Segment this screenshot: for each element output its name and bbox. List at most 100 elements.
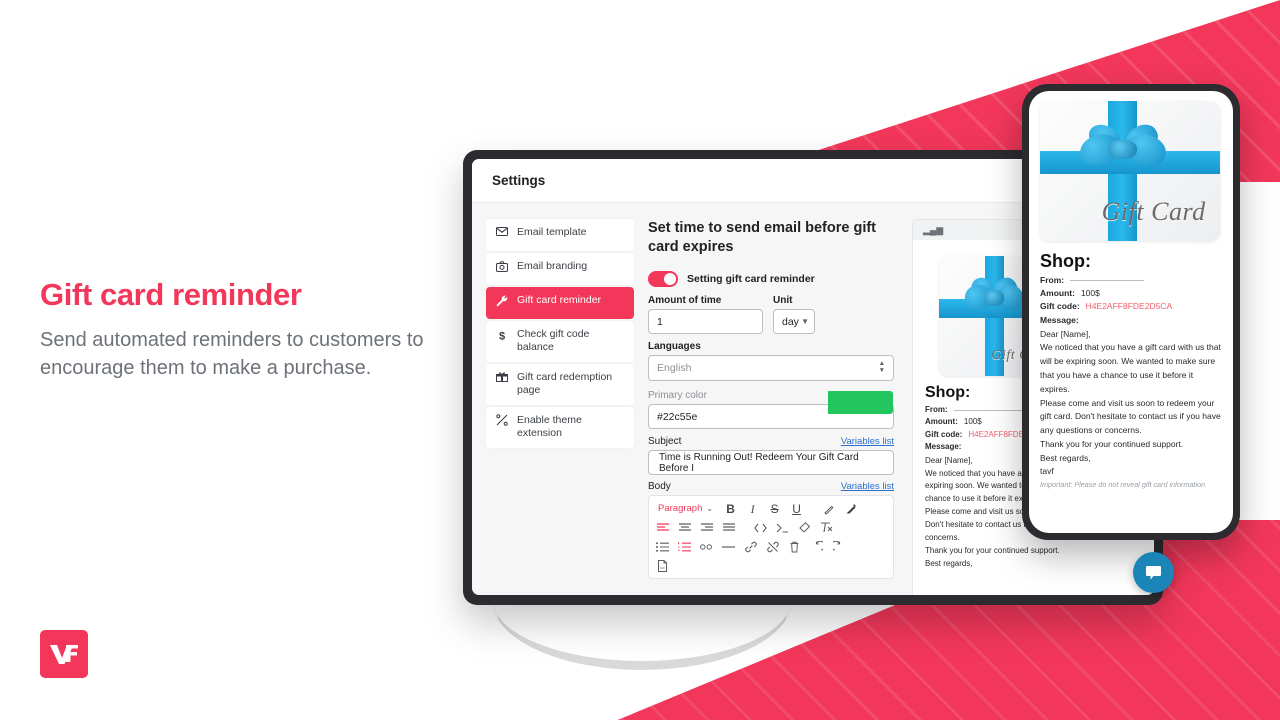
subject-variables-list-link[interactable]: Variables list <box>841 436 894 447</box>
chevron-down-icon: ⌄ <box>706 503 714 513</box>
phone-mockup: Gift Card Shop: From: Amount: 100$ Gift c… <box>1022 84 1240 540</box>
toolbar-row-2 <box>656 521 886 534</box>
body-variables-list-link[interactable]: Variables list <box>841 481 894 492</box>
message-line: We noticed that you have a gift card wit… <box>1040 342 1221 394</box>
unlink-icon[interactable] <box>766 540 779 553</box>
preview-gift-code-value: H4E2AFF8FDE2D5CA <box>1085 301 1173 312</box>
setting-gift-card-reminder-toggle[interactable] <box>648 271 678 288</box>
toggle-label: Setting gift card reminder <box>687 273 815 286</box>
message-line: Best regards, <box>925 559 973 569</box>
section-title: Set time to send email before gift card … <box>648 220 877 256</box>
body-label-row: Body Variables list <box>648 481 894 492</box>
align-left-icon[interactable] <box>656 521 669 534</box>
monitor-stand <box>492 600 792 670</box>
stepper-icon: ▲ ▼ <box>878 360 885 375</box>
preview-message-label: Message: <box>925 442 962 452</box>
source-file-icon[interactable]: <> <box>656 559 669 572</box>
align-justify-icon[interactable] <box>722 521 735 534</box>
sidebar-item-email-branding[interactable]: Email branding <box>486 253 634 285</box>
sidebar-item-gift-card-redemption-page[interactable]: Gift card redemption page <box>486 363 634 405</box>
settings-form: Set time to send email before gift card … <box>648 219 898 595</box>
code-block-icon[interactable] <box>776 521 789 534</box>
bold-icon[interactable]: B <box>724 502 737 515</box>
preview-footer-note: Important: Please do not reveal gift car… <box>1040 480 1206 490</box>
link-icon[interactable] <box>744 540 757 553</box>
envelope-icon <box>495 226 508 236</box>
undo-icon[interactable] <box>810 540 823 553</box>
message-line: Best regards, <box>1040 452 1091 463</box>
svg-text:$: $ <box>498 330 504 342</box>
sidebar-item-label: Email template <box>517 226 587 238</box>
sidebar-item-label: Email branding <box>517 260 588 272</box>
toolbar-row-3 <box>656 540 886 553</box>
scissors-icon <box>495 414 508 426</box>
message-line: Thank you for your continued support. <box>925 546 1060 556</box>
gift-icon <box>495 371 508 383</box>
preview-from-label: From: <box>925 405 948 414</box>
primary-color-swatch[interactable] <box>828 391 893 415</box>
primary-color-field: Primary color #22c55e <box>648 390 894 430</box>
trash-icon[interactable] <box>788 540 801 553</box>
code-icon[interactable] <box>754 521 767 534</box>
sidebar-item-label: Gift card reminder <box>517 294 602 306</box>
chevron-down-icon: ▼ <box>801 316 809 326</box>
vf-logo-icon <box>50 645 78 664</box>
unit-label: Unit <box>773 295 793 307</box>
email-preview-mobile: Gift Card Shop: From: Amount: 100$ Gift c… <box>1029 91 1233 533</box>
svg-text:<>: <> <box>660 565 666 570</box>
preview-gift-code-label: Gift code: <box>1040 301 1080 312</box>
preview-gift-code-row: Gift code: H4E2AFF8FDE2D5CA <box>1040 300 1222 313</box>
sidebar-item-gift-card-reminder[interactable]: Gift card reminder <box>486 287 634 319</box>
subject-label: Subject <box>648 436 682 448</box>
preview-shop-heading: Shop: <box>1040 251 1091 271</box>
blockquote-icon[interactable] <box>700 540 713 553</box>
amount-of-time-field: Amount of time 1 <box>648 295 763 335</box>
sidebar-item-label: Enable theme extension <box>517 413 582 440</box>
clear-format-icon[interactable] <box>820 521 833 534</box>
promo-banner: Gift card reminder Send automated remind… <box>0 0 1280 720</box>
unit-select[interactable]: day ▼ <box>773 309 815 335</box>
camera-icon <box>495 260 508 272</box>
amount-of-time-input[interactable]: 1 <box>648 309 763 335</box>
highlighter-icon[interactable] <box>822 502 835 515</box>
numbered-list-icon[interactable] <box>678 540 691 553</box>
preview-from-row: From: <box>1040 274 1222 287</box>
subject-label-row: Subject Variables list <box>648 436 894 447</box>
reminder-toggle-row: Setting gift card reminder <box>648 271 894 288</box>
page-title: Gift card reminder <box>40 277 302 312</box>
message-line: Please come and visit us soon to redeem … <box>1040 397 1221 436</box>
languages-label: Languages <box>648 341 701 353</box>
languages-select[interactable]: English ▲ ▼ <box>648 355 894 382</box>
eraser-icon[interactable] <box>798 521 811 534</box>
align-right-icon[interactable] <box>700 521 713 534</box>
preview-amount-label: Amount: <box>1040 288 1075 299</box>
bullet-list-icon[interactable] <box>656 540 669 553</box>
align-center-icon[interactable] <box>678 521 691 534</box>
chat-bubble-icon <box>1146 566 1161 580</box>
preview-message-label: Message: <box>1040 314 1079 325</box>
sidebar-item-check-gift-code-balance[interactable]: $ Check gift code balance <box>486 321 634 362</box>
marketing-copy: Gift card reminder Send automated remind… <box>40 277 440 383</box>
horizontal-rule-icon[interactable] <box>722 540 735 553</box>
unit-field: Unit day ▼ <box>773 295 815 335</box>
chat-widget-button[interactable] <box>1133 552 1174 593</box>
subject-input[interactable]: Time is Running Out! Redeem Your Gift Ca… <box>648 450 894 476</box>
preview-gift-code-label: Gift code: <box>925 429 963 439</box>
italic-icon[interactable]: I <box>746 502 759 515</box>
sidebar-item-enable-theme-extension[interactable]: Enable theme extension <box>486 406 634 448</box>
languages-select-value: English <box>657 362 692 375</box>
dollar-icon: $ <box>495 329 508 342</box>
preview-amount-label: Amount: <box>925 417 958 427</box>
block-format-value: Paragraph <box>658 503 703 515</box>
preview-amount-value: 100$ <box>1080 288 1100 299</box>
sidebar-item-email-template[interactable]: Email template <box>486 219 634 251</box>
body-rich-text-editor[interactable]: Paragraph ⌄ B I S U <> <box>648 495 894 580</box>
strikethrough-icon[interactable]: S <box>768 502 781 515</box>
block-format-select[interactable]: Paragraph ⌄ <box>656 502 716 516</box>
signal-icon: ▂▄▆ <box>923 224 944 235</box>
languages-field: Languages English ▲ ▼ <box>648 341 894 382</box>
underline-icon[interactable]: U <box>790 502 803 515</box>
redo-icon[interactable] <box>832 540 845 553</box>
toolbar-row-1: Paragraph ⌄ B I S U <box>656 502 886 516</box>
text-color-icon[interactable] <box>844 502 857 515</box>
